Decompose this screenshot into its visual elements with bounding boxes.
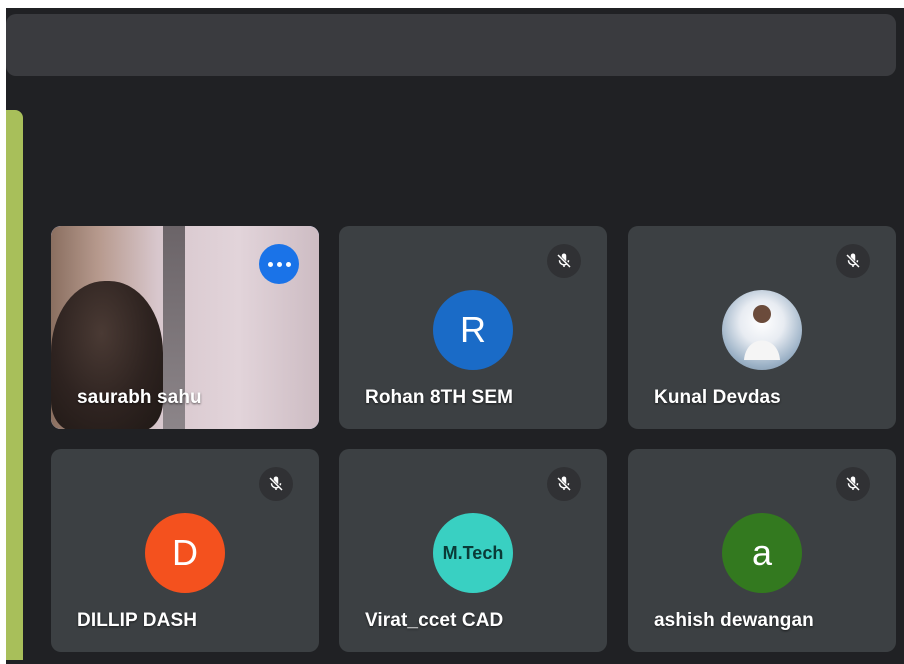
mic-off-icon — [259, 467, 293, 501]
avatar-photo — [722, 290, 802, 370]
participant-name: Rohan 8TH SEM — [365, 387, 514, 408]
mic-off-icon — [547, 244, 581, 278]
participant-name: DILLIP DASH — [77, 610, 198, 631]
participant-name: saurabh sahu — [77, 387, 202, 408]
more-options-icon-dot — [276, 261, 282, 267]
avatar-initial: a — [751, 532, 773, 573]
mic-off-icon — [836, 244, 870, 278]
avatar: D — [145, 513, 225, 593]
meeting-stage: saurabh sahu R Rohan 8TH SEM Kunal Devda… — [0, 0, 904, 664]
avatar: M.Tech — [433, 513, 513, 593]
avatar-initial: D — [172, 532, 198, 573]
avatar-initial: R — [460, 309, 486, 350]
participant-tile[interactable]: D DILLIP DASH — [51, 449, 319, 652]
top-bar — [6, 14, 896, 76]
more-options-icon — [267, 261, 273, 267]
more-options-icon-dot — [285, 261, 291, 267]
avatar-text: M.Tech — [442, 542, 504, 563]
participant-name: Kunal Devdas — [654, 387, 781, 408]
participant-name: ashish dewangan — [654, 610, 814, 631]
top-edge — [0, 0, 904, 8]
participant-name: Virat_ccet CAD — [365, 610, 504, 631]
participant-tile[interactable]: a ashish dewangan — [628, 449, 896, 652]
participant-tile[interactable]: Kunal Devdas — [628, 226, 896, 429]
more-options-button[interactable] — [259, 244, 299, 284]
mic-off-icon — [836, 467, 870, 501]
mic-off-icon — [547, 467, 581, 501]
side-panel-edge — [6, 110, 23, 660]
participant-tile[interactable]: R Rohan 8TH SEM — [339, 226, 607, 429]
participant-tile[interactable]: M.Tech Virat_ccet CAD — [339, 449, 607, 652]
avatar: R — [433, 290, 513, 370]
avatar: a — [722, 513, 802, 593]
participant-tile[interactable]: saurabh sahu — [51, 226, 319, 429]
